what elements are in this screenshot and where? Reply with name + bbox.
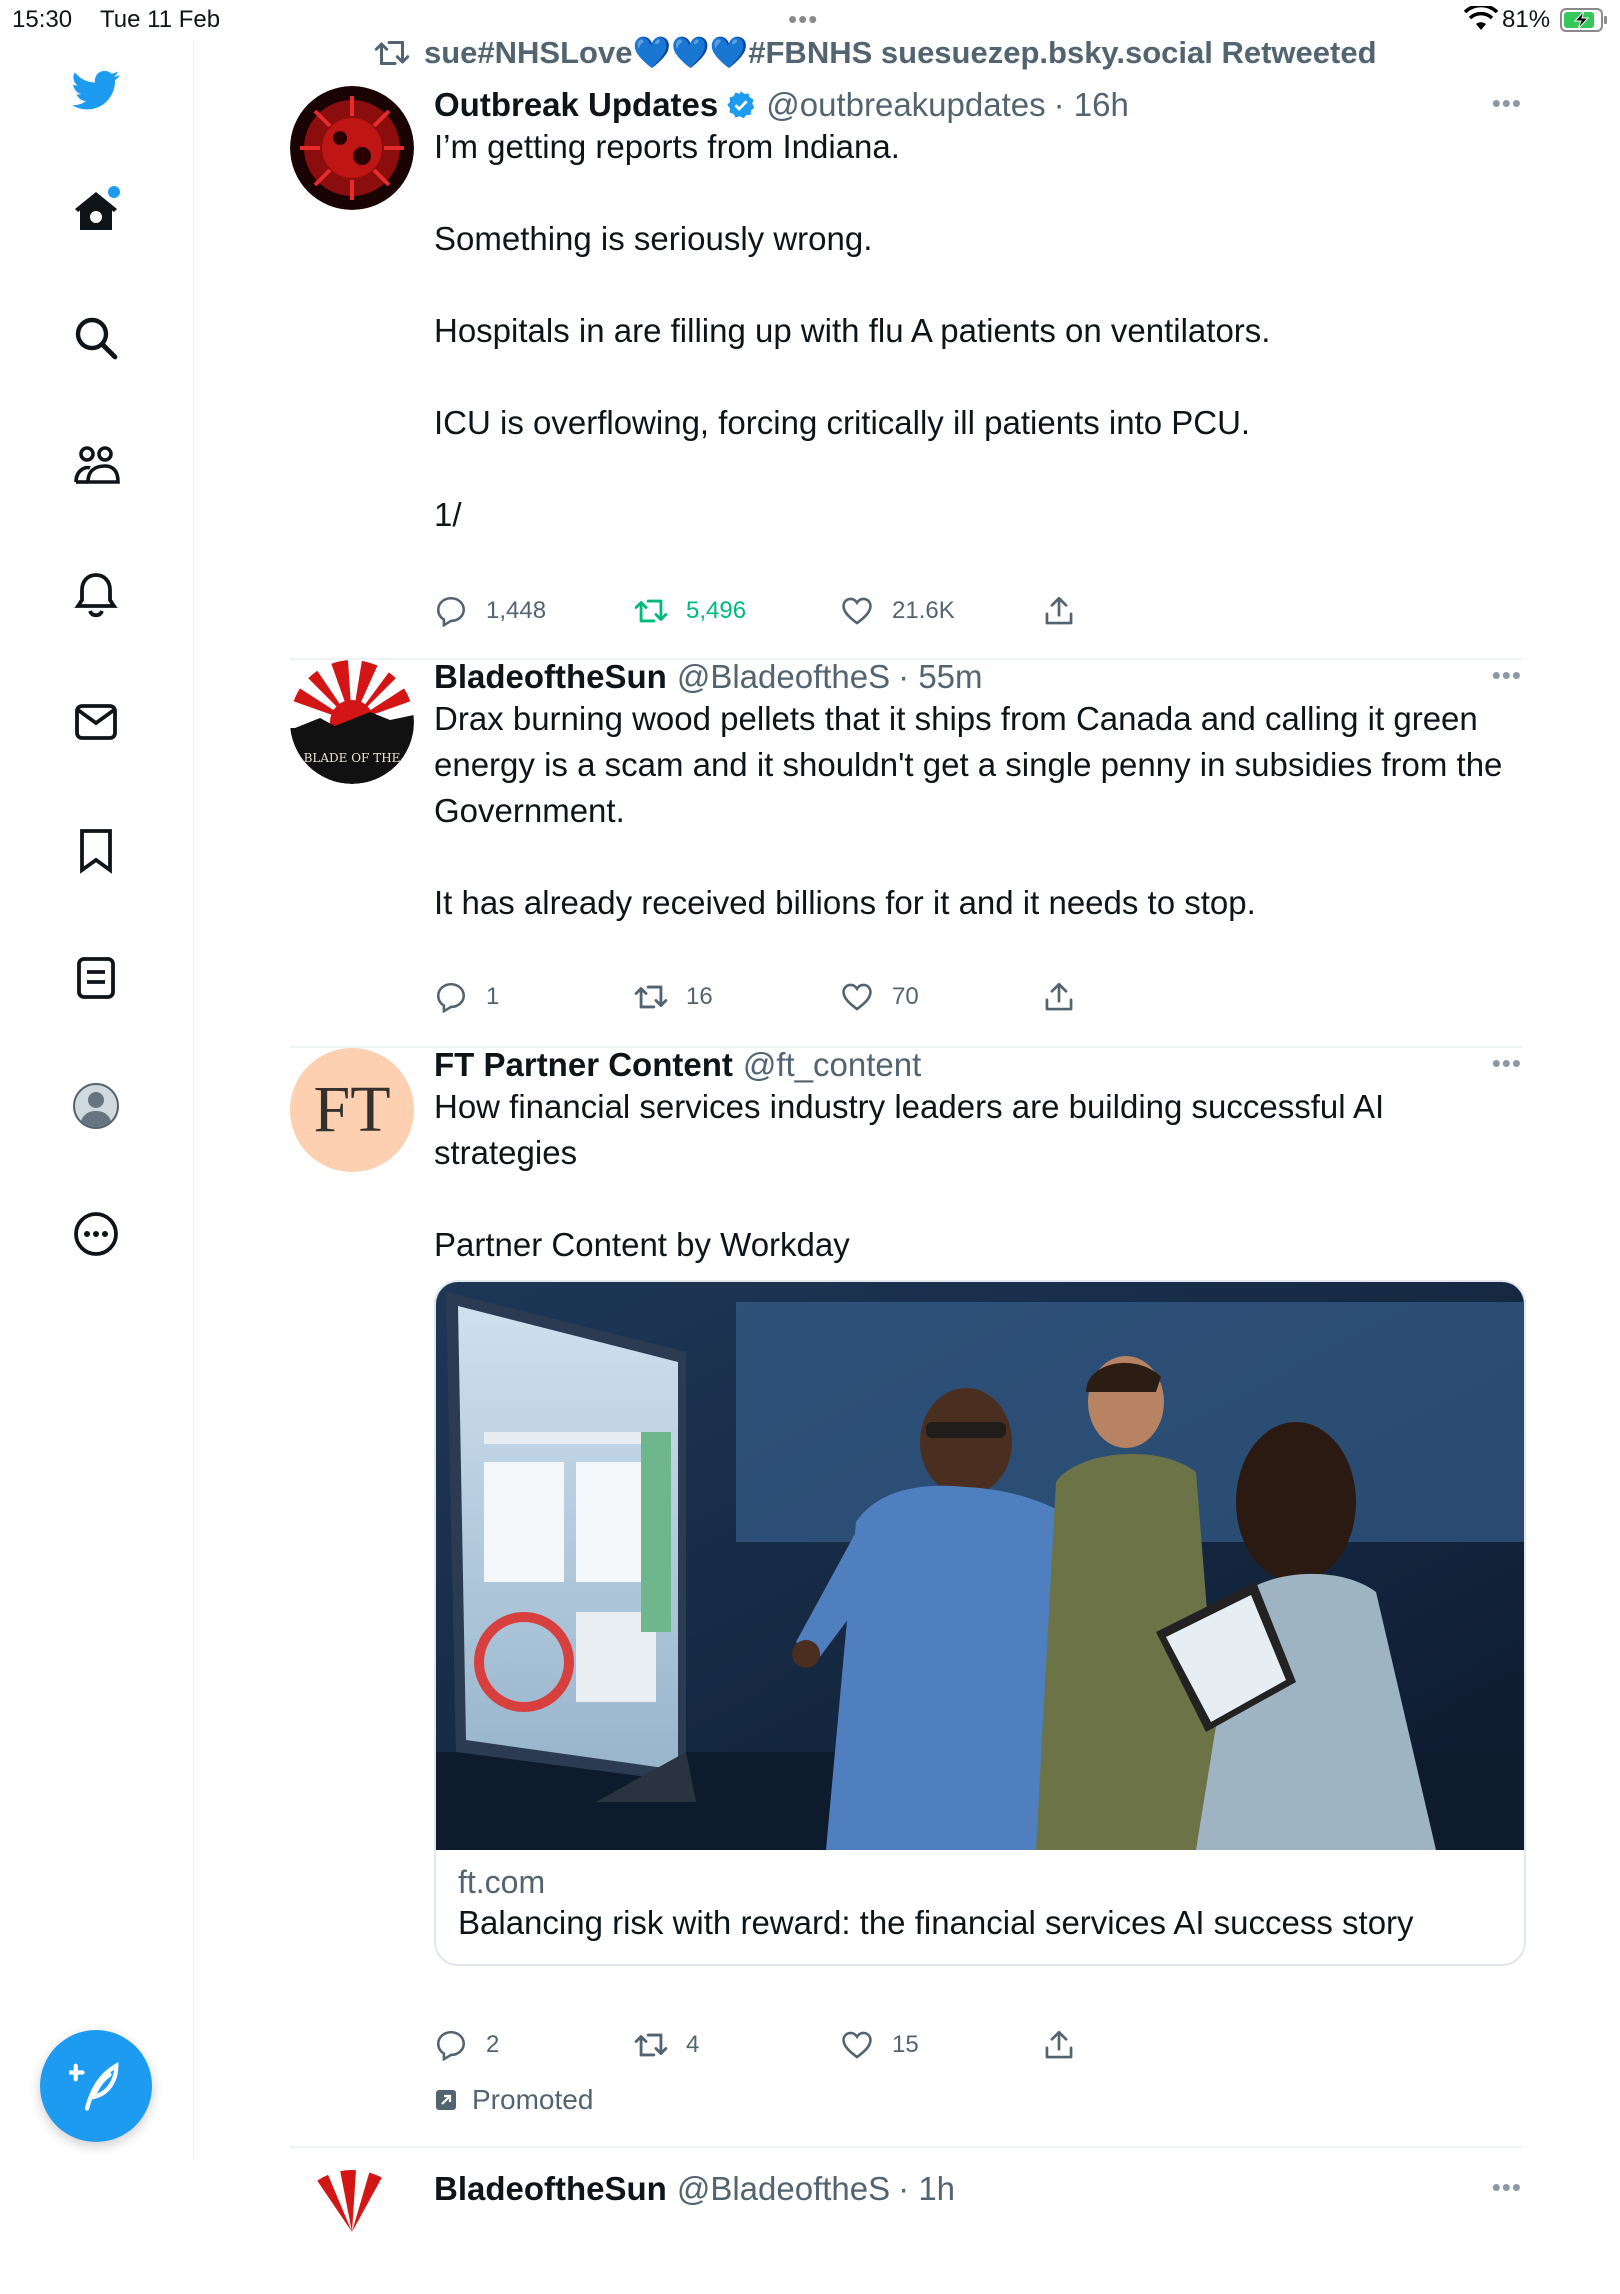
more-options-icon[interactable]: ••• <box>1492 660 1522 691</box>
share-button[interactable] <box>1042 594 1076 628</box>
communities-icon[interactable] <box>66 436 126 496</box>
more-circle-icon[interactable] <box>66 1204 126 1264</box>
user-handle[interactable]: @BladeoftheS <box>677 658 890 696</box>
avatar-logo-text: BLADE OF THE <box>304 751 401 765</box>
retweet-count: 16 <box>686 983 713 1010</box>
link-card[interactable]: ft.com Balancing risk with reward: the f… <box>434 1280 1526 1966</box>
lists-icon[interactable] <box>66 948 126 1008</box>
display-name[interactable]: BladeoftheSun <box>434 658 667 696</box>
reply-button[interactable]: 1 <box>434 980 499 1014</box>
more-options-icon[interactable]: ••• <box>1492 88 1522 119</box>
more-options-icon[interactable]: ••• <box>1492 2172 1522 2203</box>
tweet-actions: 1,448 5,496 21.6K <box>434 594 1134 634</box>
share-button[interactable] <box>1042 980 1076 1014</box>
user-handle[interactable]: @ft_content <box>743 1046 921 1084</box>
avatar[interactable] <box>290 86 414 210</box>
retweet-icon <box>374 40 410 65</box>
retweet-count: 4 <box>686 2031 700 2058</box>
avatar[interactable]: FT <box>290 1048 414 1172</box>
compose-feather-icon <box>69 2062 119 2111</box>
profile-avatar-icon[interactable] <box>66 1076 126 1136</box>
user-handle[interactable]: @outbreakupdates <box>766 86 1045 124</box>
reply-count: 1,448 <box>486 597 547 624</box>
share-icon <box>1045 2030 1073 2059</box>
wifi-icon <box>1464 6 1498 30</box>
search-icon[interactable] <box>66 308 126 368</box>
tweet-time[interactable]: · 1h <box>898 2170 955 2208</box>
heart-icon <box>842 983 872 1011</box>
retweet-button[interactable]: 16 <box>634 980 713 1014</box>
promoted-label: Promoted <box>434 2084 593 2116</box>
home-notification-dot <box>108 186 120 198</box>
retweet-button[interactable]: 4 <box>634 2028 699 2062</box>
like-count: 70 <box>892 983 919 1010</box>
tweet-text: Drax burning wood pellets that it ships … <box>434 700 1503 921</box>
like-count: 15 <box>892 2031 919 2058</box>
tweet-text: I’m getting reports from Indiana. Someth… <box>434 128 1271 533</box>
status-date: Tue 11 Feb <box>100 6 221 33</box>
avatar[interactable]: BLADE OF THE <box>290 660 414 784</box>
like-button[interactable]: 15 <box>840 2028 919 2062</box>
tweet-header: BladeoftheSun @BladeoftheS · 1h <box>434 2170 955 2208</box>
display-name[interactable]: FT Partner Content <box>434 1046 733 1084</box>
tweet-divider <box>290 2146 1522 2148</box>
battery-percentage: 81% <box>1502 6 1551 33</box>
notifications-bell-icon[interactable] <box>66 564 126 624</box>
reply-icon <box>436 2030 466 2062</box>
reply-icon <box>436 596 466 628</box>
tweet-header: FT Partner Content @ft_content <box>434 1046 921 1084</box>
reply-button[interactable]: 1,448 <box>434 594 546 628</box>
tweet-actions: 1 16 70 <box>434 980 1134 1020</box>
tweet-actions: 2 4 15 <box>434 2028 1134 2068</box>
heart-icon <box>842 2031 872 2059</box>
like-button[interactable]: 70 <box>840 980 919 1014</box>
card-domain: ft.com <box>458 1864 546 1900</box>
avatar[interactable] <box>290 2170 414 2294</box>
sidebar-nav <box>0 40 194 2160</box>
reply-button[interactable]: 2 <box>434 2028 499 2062</box>
user-handle[interactable]: @BladeoftheS <box>677 2170 890 2208</box>
reply-icon <box>436 982 466 1014</box>
tweet-text: How financial services industry leaders … <box>434 1088 1385 1263</box>
home-icon[interactable] <box>66 182 126 242</box>
retweet-icon <box>634 985 668 1009</box>
messages-envelope-icon[interactable] <box>66 692 126 752</box>
share-button[interactable] <box>1042 2028 1076 2062</box>
status-time: 15:30 <box>12 6 73 33</box>
bookmark-icon[interactable] <box>66 820 126 880</box>
more-options-icon[interactable]: ••• <box>1492 1048 1522 1079</box>
display-name[interactable]: Outbreak Updates <box>434 86 718 124</box>
retweet-context[interactable]: sue#NHSLove💙💙💙#FBNHS suesuezep.bsky.soci… <box>374 34 1377 71</box>
tweet-time[interactable]: · 16h <box>1054 86 1129 124</box>
share-icon <box>1045 596 1073 625</box>
tweet-time[interactable]: · 55m <box>898 658 982 696</box>
multitasking-dots-icon[interactable]: ••• <box>788 4 818 35</box>
share-icon <box>1045 982 1073 1011</box>
reply-count: 2 <box>486 2031 500 2058</box>
tweet-header: Outbreak Updates @outbreakupdates · 16h <box>434 86 1129 124</box>
promoted-text: Promoted <box>472 2084 594 2115</box>
avatar-logo-text: FT <box>313 1073 391 1146</box>
retweet-count: 5,496 <box>686 597 747 624</box>
twitter-bird-logo-icon[interactable] <box>66 60 126 120</box>
like-count: 21.6K <box>892 597 955 624</box>
retweet-button[interactable]: 5,496 <box>634 594 746 628</box>
retweet-context-text: sue#NHSLove💙💙💙#FBNHS suesuezep.bsky.soci… <box>424 35 1377 70</box>
reply-count: 1 <box>486 983 500 1010</box>
card-title: Balancing risk with reward: the financia… <box>458 1904 1414 1941</box>
display-name[interactable]: BladeoftheSun <box>434 2170 667 2208</box>
promoted-icon <box>436 2090 456 2110</box>
like-button[interactable]: 21.6K <box>840 594 955 628</box>
tweet-header: BladeoftheSun @BladeoftheS · 55m <box>434 658 983 696</box>
verified-badge-icon <box>727 91 755 119</box>
retweet-icon <box>634 2033 668 2057</box>
retweet-icon <box>634 599 668 623</box>
card-image <box>436 1282 1524 1850</box>
battery-charging-icon <box>1560 8 1607 32</box>
heart-icon <box>842 597 872 625</box>
compose-tweet-button[interactable] <box>40 2030 152 2142</box>
